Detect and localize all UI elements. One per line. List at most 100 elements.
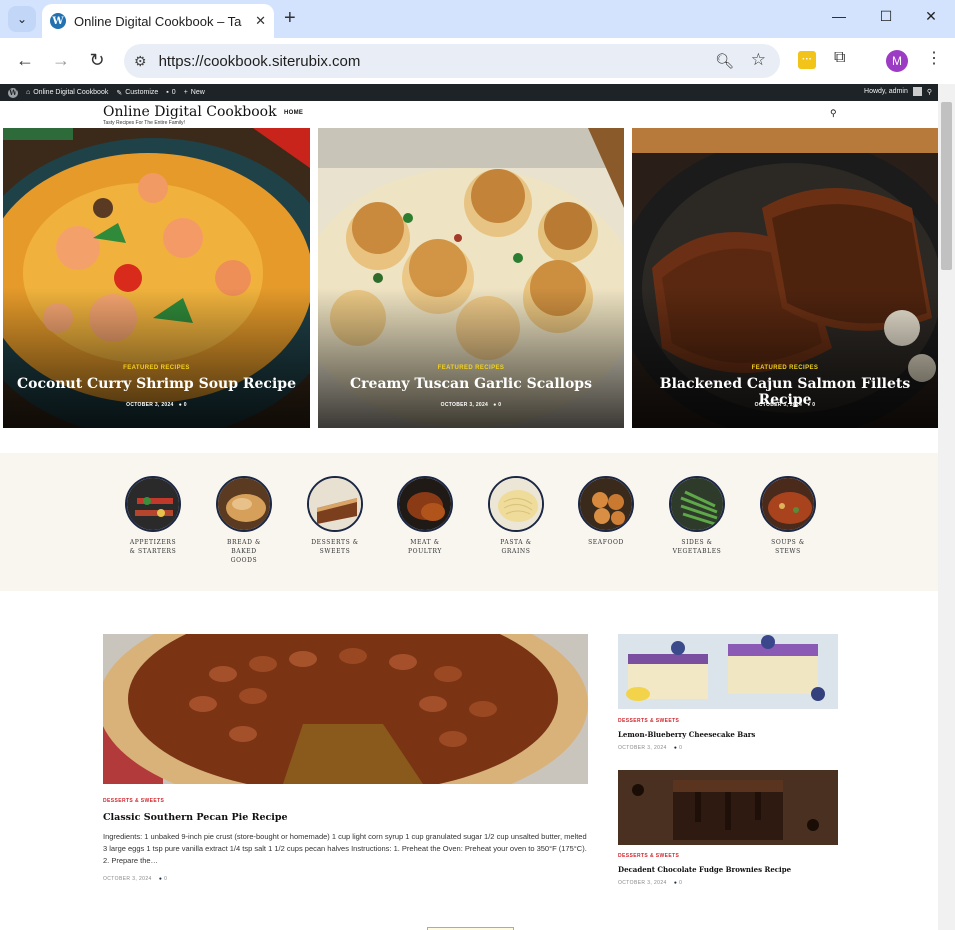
category-image bbox=[397, 476, 453, 532]
howdy-label[interactable]: Howdy, admin bbox=[864, 88, 908, 95]
category-label-line: STEWS bbox=[775, 548, 801, 555]
category-meat[interactable]: MEAT & POULTRY bbox=[385, 476, 465, 556]
scrollbar-thumb[interactable] bbox=[941, 102, 952, 270]
side-post-category[interactable]: DESSERTS & SWEETS bbox=[618, 718, 679, 724]
reload-icon[interactable]: ↻ bbox=[85, 50, 109, 71]
site-title[interactable]: Online Digital Cookbook bbox=[103, 104, 277, 120]
category-label-line: SEAFOOD bbox=[588, 539, 624, 546]
category-label-line: MEAT & bbox=[410, 539, 440, 546]
tab-search-button[interactable]: ⌄ bbox=[8, 6, 36, 32]
category-bread[interactable]: BREAD & BAKED GOODS bbox=[204, 476, 284, 565]
category-label: SEAFOOD bbox=[566, 538, 646, 547]
featured-meta: OCTOBER 3, 2024 ● 0 bbox=[318, 402, 624, 408]
plus-icon: + bbox=[183, 89, 188, 96]
side-post-image[interactable] bbox=[618, 770, 838, 845]
side-post-meta: OCTOBER 3, 2024 ● 0 bbox=[618, 745, 682, 751]
category-appetizers[interactable]: APPETIZERS & STARTERS bbox=[113, 476, 193, 556]
category-image bbox=[578, 476, 634, 532]
avatar[interactable] bbox=[912, 87, 922, 96]
featured-card[interactable]: FEATURED RECIPES Blackened Cajun Salmon … bbox=[632, 128, 938, 428]
browser-toolbar: ← → ↻ ⚙ https://cookbook.siterubix.com 🔍… bbox=[0, 38, 955, 84]
category-image bbox=[307, 476, 363, 532]
featured-date: OCTOBER 3, 2024 bbox=[126, 402, 174, 408]
category-label: SIDES & VEGETABLES bbox=[657, 538, 737, 556]
search-icon[interactable]: ⚲ bbox=[830, 108, 837, 119]
category-sides[interactable]: SIDES & VEGETABLES bbox=[657, 476, 737, 556]
admin-site-name-label: Online Digital Cookbook bbox=[33, 89, 109, 96]
featured-card[interactable]: FEATURED RECIPES Creamy Tuscan Garlic Sc… bbox=[318, 128, 624, 428]
featured-comments: 0 bbox=[812, 402, 816, 408]
category-label-line: BAKED bbox=[231, 548, 257, 555]
featured-comments: 0 bbox=[498, 402, 502, 408]
category-soups[interactable]: SOUPS & STEWS bbox=[748, 476, 828, 556]
comment-icon: ● bbox=[493, 402, 497, 408]
category-label-line: SIDES & bbox=[681, 539, 713, 546]
category-pasta[interactable]: PASTA & GRAINS bbox=[476, 476, 556, 556]
back-icon[interactable]: ← bbox=[13, 50, 37, 71]
close-icon[interactable]: ✕ bbox=[255, 13, 266, 29]
category-seafood[interactable]: SEAFOOD bbox=[566, 476, 646, 547]
main-post-title[interactable]: Classic Southern Pecan Pie Recipe bbox=[103, 812, 288, 823]
featured-category[interactable]: FEATURED RECIPES bbox=[318, 365, 624, 371]
side-post-title[interactable]: Decadent Chocolate Fudge Brownies Recipe bbox=[618, 865, 791, 874]
browser-tab[interactable]: W Online Digital Cookbook – Tasty Recipe… bbox=[42, 4, 274, 38]
featured-card[interactable]: FEATURED RECIPES Coconut Curry Shrimp So… bbox=[3, 128, 310, 428]
kebab-icon[interactable]: ⋮ bbox=[926, 48, 942, 68]
url-text[interactable]: https://cookbook.siterubix.com bbox=[159, 53, 361, 70]
category-image bbox=[216, 476, 272, 532]
side-post-category[interactable]: DESSERTS & SWEETS bbox=[618, 853, 679, 859]
plus-icon[interactable]: + bbox=[284, 7, 296, 30]
admin-customize[interactable]: ✎ Customize bbox=[116, 89, 158, 97]
scrollbar[interactable] bbox=[938, 84, 955, 930]
avatar[interactable]: M bbox=[886, 50, 908, 72]
comment-icon: ● bbox=[807, 402, 811, 408]
comment-icon: ● bbox=[158, 876, 163, 882]
zoom-icon[interactable]: 🔍︎ bbox=[715, 52, 734, 70]
main-post-category[interactable]: DESSERTS & SWEETS bbox=[103, 798, 164, 804]
category-label: APPETIZERS & STARTERS bbox=[113, 538, 193, 556]
comment-icon: ▪ bbox=[166, 89, 169, 96]
featured-title[interactable]: Coconut Curry Shrimp Soup Recipe bbox=[3, 376, 310, 392]
side-post-image[interactable] bbox=[618, 634, 838, 709]
address-bar[interactable]: ⚙ https://cookbook.siterubix.com 🔍︎ ☆ bbox=[124, 44, 780, 78]
side-post-comments: 0 bbox=[679, 745, 683, 751]
category-label-line: PASTA & bbox=[500, 539, 532, 546]
search-icon[interactable]: ⚲ bbox=[927, 88, 932, 96]
forward-icon[interactable]: → bbox=[49, 50, 73, 71]
maximize-icon[interactable]: ☐ bbox=[876, 8, 896, 25]
star-icon[interactable]: ☆ bbox=[751, 50, 766, 70]
featured-meta: OCTOBER 3, 2024 ● 0 bbox=[3, 402, 310, 408]
cheesecake-image bbox=[618, 634, 838, 709]
admin-comments[interactable]: ▪ 0 bbox=[166, 89, 175, 96]
featured-category[interactable]: FEATURED RECIPES bbox=[3, 365, 310, 371]
side-post-title[interactable]: Lemon-Blueberry Cheesecake Bars bbox=[618, 730, 755, 739]
admin-site-name[interactable]: ⌂ Online Digital Cookbook bbox=[26, 89, 108, 96]
brownie-image bbox=[618, 770, 838, 845]
close-window-icon[interactable]: ✕ bbox=[921, 8, 941, 25]
category-label-line: GOODS bbox=[230, 557, 258, 564]
featured-title[interactable]: Creamy Tuscan Garlic Scallops bbox=[318, 376, 624, 392]
category-desserts[interactable]: DESSERTS & SWEETS bbox=[295, 476, 375, 556]
category-image bbox=[488, 476, 544, 532]
puzzle-icon[interactable]: ⧉ bbox=[834, 49, 845, 67]
nav-home-link[interactable]: HOME bbox=[284, 110, 303, 116]
extension-icon[interactable]: ··· bbox=[798, 51, 816, 69]
main-post-date: OCTOBER 3, 2024 bbox=[103, 876, 152, 882]
side-post-comments: 0 bbox=[679, 880, 683, 886]
wp-logo-item[interactable]: W bbox=[8, 87, 18, 98]
side-post-meta: OCTOBER 3, 2024 ● 0 bbox=[618, 880, 682, 886]
minimize-icon[interactable]: — bbox=[829, 8, 849, 24]
category-label-line: POULTRY bbox=[407, 548, 442, 555]
admin-new[interactable]: + New bbox=[184, 89, 205, 96]
wordpress-logo-icon: W bbox=[8, 87, 18, 98]
main-post-meta: OCTOBER 3, 2024 ● 0 bbox=[103, 876, 167, 882]
featured-meta: OCTOBER 3, 2024 ● 0 bbox=[632, 402, 938, 408]
wordpress-favicon: W bbox=[50, 13, 66, 29]
page-viewport: W ⌂ Online Digital Cookbook ✎ Customize ▪ 0… bbox=[0, 84, 955, 930]
category-band: APPETIZERS & STARTERS BREAD & BAKED GOODS D… bbox=[0, 453, 938, 591]
category-label-line: & STARTERS bbox=[129, 548, 177, 555]
comment-icon: ● bbox=[673, 880, 678, 886]
main-post-image[interactable] bbox=[103, 634, 588, 784]
tune-icon[interactable]: ⚙ bbox=[134, 53, 147, 70]
featured-category[interactable]: FEATURED RECIPES bbox=[632, 365, 938, 371]
